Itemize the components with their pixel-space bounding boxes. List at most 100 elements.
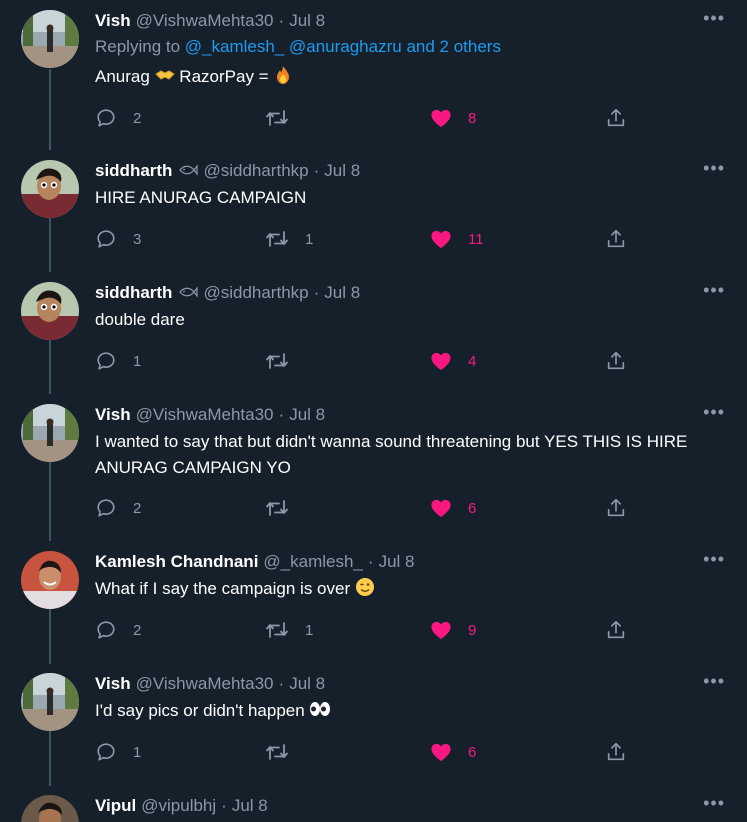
tweet-date[interactable]: Jul 8 [232,796,268,816]
tweet[interactable]: Vish @VishwaMehta30 · Jul 8 ••• I wanted… [0,403,747,524]
author-name[interactable]: siddharth [95,161,172,181]
more-options-icon[interactable]: ••• [703,9,725,27]
share-button[interactable] [605,496,627,520]
share-icon [607,108,625,127]
like-button[interactable]: 6 [430,496,476,520]
tweet-text: HIRE ANURAG CAMPAIGN [95,188,307,207]
tweet-date[interactable]: Jul 8 [289,11,325,31]
replying-to-users-link[interactable]: @_kamlesh_ @anuraghazru [185,37,402,56]
tweet-date[interactable]: Jul 8 [289,405,325,425]
more-options-icon[interactable]: ••• [703,794,725,812]
retweet-icon [266,622,288,638]
more-options-icon[interactable]: ••• [703,672,725,690]
share-button[interactable] [605,740,627,764]
author-handle[interactable]: @VishwaMehta30 [136,674,274,694]
retweet-button[interactable]: 1 [265,618,313,642]
siddharth-avatar-image [21,160,79,218]
share-icon [607,742,625,761]
avatar[interactable] [21,795,79,822]
share-icon [607,229,625,248]
tweet-text: Anurag RazorPay = [95,64,725,90]
author-handle[interactable]: @siddharthkp [203,283,308,303]
reply-button[interactable]: 2 [95,106,141,130]
retweet-button[interactable]: 1 [265,227,313,251]
like-count: 4 [468,352,477,370]
tweet-text: What if I say the campaign is over [95,576,725,602]
winking-face-emoji-icon [355,578,374,596]
avatar[interactable] [21,282,79,340]
avatar[interactable] [21,160,79,218]
separator-dot: · [313,283,320,302]
reply-count: 2 [133,499,142,517]
avatar[interactable] [21,551,79,609]
retweet-icon [266,231,288,247]
share-button[interactable] [605,349,627,373]
retweet-button[interactable] [265,740,305,764]
author-name[interactable]: Vish [95,405,131,425]
reply-button[interactable]: 1 [95,349,141,373]
author-handle[interactable]: @_kamlesh_ [263,552,362,572]
reply-button[interactable]: 2 [95,618,141,642]
author-handle[interactable]: @VishwaMehta30 [136,405,274,425]
share-button[interactable] [605,106,627,130]
avatar[interactable] [21,673,79,731]
reply-icon [97,499,115,517]
reply-count: 1 [133,743,142,761]
tweet[interactable]: Vish @VishwaMehta30 · Jul 8 ••• Replying… [0,9,747,140]
tweet[interactable]: Kamlesh Chandnani @_kamlesh_ · Jul 8 •••… [0,550,747,651]
retweet-button[interactable] [265,496,305,520]
tweet-text-part: RazorPay = [179,67,269,86]
reply-button[interactable]: 1 [95,740,141,764]
retweet-button[interactable] [265,106,305,130]
heart-icon [431,352,451,371]
tweet[interactable]: siddharth @siddharthkp · Jul 8 ••• HIRE … [0,159,747,260]
heart-icon [431,109,451,128]
replying-to-others-link[interactable]: and 2 others [406,37,501,56]
separator-dot: · [367,552,374,571]
reply-button[interactable]: 3 [95,227,141,251]
like-count: 11 [468,230,484,248]
like-button[interactable]: 4 [430,349,476,373]
avatar[interactable] [21,404,79,462]
like-button[interactable]: 9 [430,618,476,642]
author-handle[interactable]: @VishwaMehta30 [136,11,274,31]
share-button[interactable] [605,227,627,251]
author-name[interactable]: siddharth [95,283,172,303]
tweet-date[interactable]: Jul 8 [324,283,360,303]
tweet-date[interactable]: Jul 8 [379,552,415,572]
retweet-button[interactable] [265,349,305,373]
like-button[interactable]: 11 [430,227,484,251]
vish-avatar-image [21,404,79,462]
reply-icon [97,230,115,248]
like-count: 6 [468,743,477,761]
more-options-icon[interactable]: ••• [703,159,725,177]
like-button[interactable]: 6 [430,740,476,764]
reply-count: 1 [133,352,142,370]
reply-count: 2 [133,621,142,639]
author-handle[interactable]: @vipulbhj [141,796,216,816]
more-options-icon[interactable]: ••• [703,281,725,299]
fish-emoji-icon [178,163,199,179]
tweet[interactable]: siddharth @siddharthkp · Jul 8 ••• doubl… [0,281,747,382]
vipul-avatar-image [21,795,79,822]
avatar[interactable] [21,10,79,68]
like-button[interactable]: 8 [430,106,476,130]
author-name[interactable]: Vipul [95,796,136,816]
share-button[interactable] [605,618,627,642]
eyes-emoji-icon [310,702,331,716]
author-handle[interactable]: @siddharthkp [203,161,308,181]
author-name[interactable]: Vish [95,674,131,694]
more-options-icon[interactable]: ••• [703,550,725,568]
separator-dot: · [221,796,227,815]
tweet-date[interactable]: Jul 8 [324,161,360,181]
like-count: 9 [468,621,477,639]
reply-count: 3 [133,230,142,248]
reply-button[interactable]: 2 [95,496,141,520]
author-name[interactable]: Vish [95,11,131,31]
tweet[interactable]: Vish @VishwaMehta30 · Jul 8 ••• I'd say … [0,672,747,773]
tweet-date[interactable]: Jul 8 [289,674,325,694]
share-icon [607,498,625,517]
more-options-icon[interactable]: ••• [703,403,725,421]
tweet[interactable]: Vipul @vipulbhj · Jul 8 ••• [0,794,747,822]
author-name[interactable]: Kamlesh Chandnani [95,552,258,572]
